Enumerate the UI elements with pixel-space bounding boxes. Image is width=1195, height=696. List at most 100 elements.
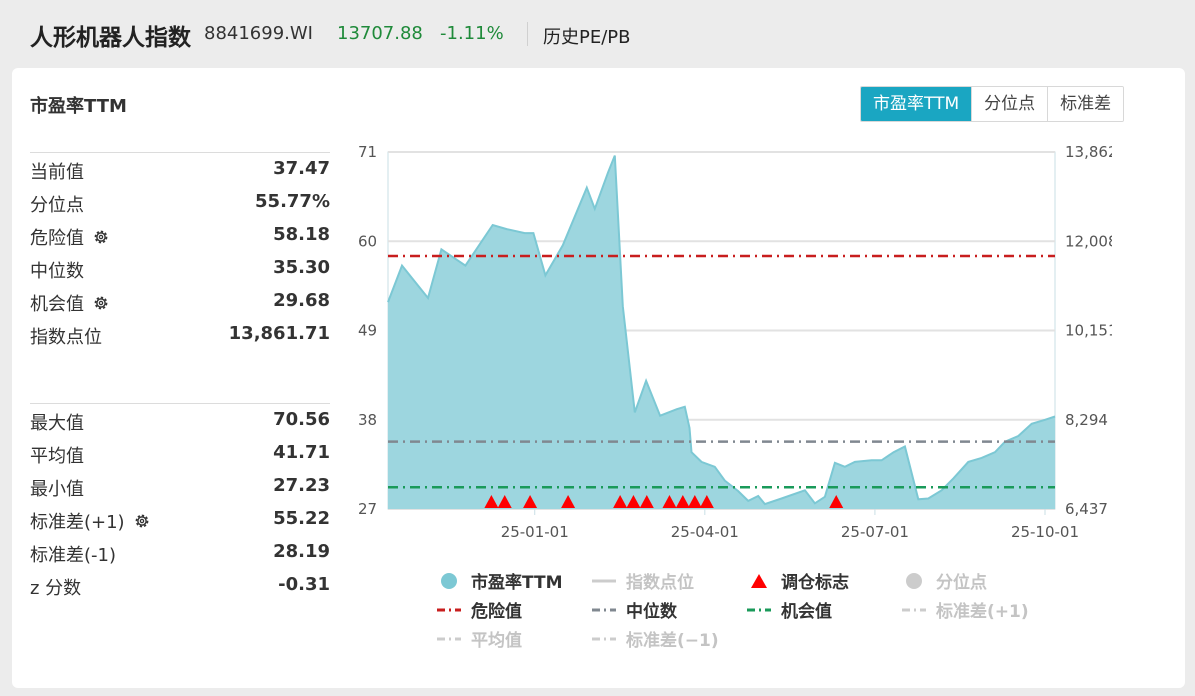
stat-label: 最小值 bbox=[30, 479, 84, 500]
stat-z-score: z 分数 -0.31 bbox=[30, 569, 330, 602]
stat-label: 指数点位 bbox=[30, 327, 102, 348]
stat-value: 28.19 bbox=[273, 541, 330, 562]
card-title: 市盈率TTM bbox=[30, 96, 127, 117]
index-code: 8841699.WI bbox=[204, 23, 313, 44]
gear-icon[interactable] bbox=[133, 512, 151, 530]
legend-label: 中位数 bbox=[626, 602, 677, 622]
y-left-tick-label: 60 bbox=[358, 232, 377, 250]
dashdot-swatch-icon bbox=[592, 608, 616, 611]
stat-percentile: 分位点 55.77% bbox=[30, 186, 330, 219]
pe-chart[interactable]: 71 13,862 60 12,008 49 10,151 38 8,294 27 6,437 25… bbox=[342, 144, 1112, 554]
legend-label: 调仓标志 bbox=[781, 573, 849, 593]
chart-legend: 市盈率TTM 指数点位 调仓标志 分位点危险值 中位数 机会值 标准差(+1) 平均值 标准差(… bbox=[437, 568, 1077, 658]
legend-item[interactable]: 指数点位 bbox=[592, 568, 694, 593]
stat-label: z 分数 bbox=[30, 578, 82, 599]
stat-max: 最大值 70.56 bbox=[30, 404, 330, 437]
stat-label: 机会值 bbox=[30, 294, 84, 315]
history-pe-pb-link[interactable]: 历史PE/PB bbox=[543, 23, 631, 49]
stat-label: 中位数 bbox=[30, 261, 84, 282]
stat-label: 分位点 bbox=[30, 195, 84, 216]
dot-swatch-icon bbox=[906, 572, 922, 589]
stat-label: 标准差(+1) bbox=[30, 512, 125, 533]
legend-label: 机会值 bbox=[781, 602, 832, 622]
x-tick-label: 25-10-01 bbox=[1011, 523, 1079, 541]
stat-std-minus: 标准差(-1) 28.19 bbox=[30, 536, 330, 569]
y-right-tick-label: 12,008 bbox=[1065, 232, 1112, 250]
dashdot-swatch-icon bbox=[747, 608, 771, 611]
legend-item[interactable]: 标准差(−1) bbox=[592, 626, 719, 651]
dashdot-swatch-icon bbox=[592, 637, 616, 640]
y-right-tick-label: 13,862 bbox=[1065, 144, 1112, 161]
legend-item[interactable]: 中位数 bbox=[592, 597, 677, 622]
legend-label: 标准差(−1) bbox=[626, 631, 719, 651]
stat-label: 标准差(-1) bbox=[30, 545, 116, 566]
y-left-tick-label: 49 bbox=[358, 322, 377, 340]
dashdot-swatch-icon bbox=[437, 608, 461, 611]
stat-opportunity: 机会值 29.68 bbox=[30, 285, 330, 318]
legend-label: 平均值 bbox=[471, 631, 522, 651]
tab-pe-ttm[interactable]: 市盈率TTM bbox=[861, 87, 972, 121]
stat-value: 55.77% bbox=[255, 191, 330, 212]
legend-label: 分位点 bbox=[936, 573, 987, 593]
stat-value: -0.31 bbox=[278, 574, 330, 595]
y-right-tick-label: 10,151 bbox=[1065, 322, 1112, 340]
dot-swatch-icon bbox=[441, 572, 457, 589]
stat-value: 55.22 bbox=[273, 508, 330, 529]
stat-current: 当前值 37.47 bbox=[30, 153, 330, 186]
gear-icon[interactable] bbox=[92, 228, 110, 246]
stat-value: 58.18 bbox=[273, 224, 330, 245]
legend-item[interactable]: 标准差(+1) bbox=[902, 597, 1029, 622]
index-change: -1.11% bbox=[440, 23, 504, 44]
index-value: 13707.88 bbox=[337, 23, 423, 44]
y-right-tick-label: 8,294 bbox=[1065, 411, 1108, 429]
x-tick-label: 25-07-01 bbox=[841, 523, 909, 541]
stat-value: 37.47 bbox=[273, 158, 330, 179]
stat-danger: 危险值 58.18 bbox=[30, 219, 330, 252]
legend-label: 指数点位 bbox=[626, 573, 694, 593]
stat-index-points: 指数点位 13,861.71 bbox=[30, 318, 330, 351]
stat-value: 27.23 bbox=[273, 475, 330, 496]
stat-label: 平均值 bbox=[30, 446, 84, 467]
stat-min: 最小值 27.23 bbox=[30, 470, 330, 503]
metric-tabs: 市盈率TTM 分位点 标准差 bbox=[860, 86, 1125, 122]
dashdot-swatch-icon bbox=[902, 608, 926, 611]
gear-icon[interactable] bbox=[92, 294, 110, 312]
line-swatch-icon bbox=[592, 579, 616, 582]
stat-label: 当前值 bbox=[30, 162, 84, 183]
stat-value: 70.56 bbox=[273, 409, 330, 430]
stat-value: 35.30 bbox=[273, 257, 330, 278]
stat-label: 危险值 bbox=[30, 228, 84, 249]
legend-item[interactable]: 平均值 bbox=[437, 626, 522, 651]
stat-label: 最大值 bbox=[30, 413, 84, 434]
dashdot-swatch-icon bbox=[437, 637, 461, 640]
stat-value: 13,861.71 bbox=[228, 323, 330, 344]
y-right-tick-label: 6,437 bbox=[1065, 500, 1108, 518]
x-tick-label: 25-04-01 bbox=[671, 523, 739, 541]
stats-bottom: 最大值 70.56 平均值 41.71 最小值 27.23 标准差(+1) 55… bbox=[30, 403, 330, 602]
tab-std-dev[interactable]: 标准差 bbox=[1047, 87, 1124, 121]
y-left-tick-label: 27 bbox=[358, 500, 377, 518]
x-tick-label: 25-01-01 bbox=[501, 523, 569, 541]
stats-top: 当前值 37.47 分位点 55.77% 危险值 58.18 中位数 35.30… bbox=[30, 152, 330, 351]
legend-label: 市盈率TTM bbox=[471, 573, 563, 593]
stat-mean: 平均值 41.71 bbox=[30, 437, 330, 470]
stat-std-plus: 标准差(+1) 55.22 bbox=[30, 503, 330, 536]
valuation-card: 市盈率TTM 市盈率TTM 分位点 标准差 当前值 37.47 分位点 55.7… bbox=[12, 68, 1185, 688]
legend-item[interactable]: 市盈率TTM bbox=[437, 568, 563, 593]
stat-value: 29.68 bbox=[273, 290, 330, 311]
legend-item[interactable]: 危险值 bbox=[437, 597, 522, 622]
legend-label: 危险值 bbox=[471, 602, 522, 622]
y-left-tick-label: 71 bbox=[358, 144, 377, 161]
header-divider bbox=[527, 22, 528, 46]
legend-label: 标准差(+1) bbox=[936, 602, 1029, 622]
stat-value: 41.71 bbox=[273, 442, 330, 463]
page-header: 人形机器人指数 8841699.WI 13707.88 -1.11% 历史PE/… bbox=[0, 0, 1195, 68]
y-left-tick-label: 38 bbox=[358, 411, 377, 429]
tab-percentile[interactable]: 分位点 bbox=[971, 87, 1048, 121]
stat-median: 中位数 35.30 bbox=[30, 252, 330, 285]
legend-item[interactable]: 调仓标志 bbox=[747, 568, 849, 593]
triangle-swatch-icon bbox=[751, 573, 767, 588]
legend-item[interactable]: 分位点 bbox=[902, 568, 987, 593]
index-name: 人形机器人指数 bbox=[30, 25, 191, 51]
legend-item[interactable]: 机会值 bbox=[747, 597, 832, 622]
